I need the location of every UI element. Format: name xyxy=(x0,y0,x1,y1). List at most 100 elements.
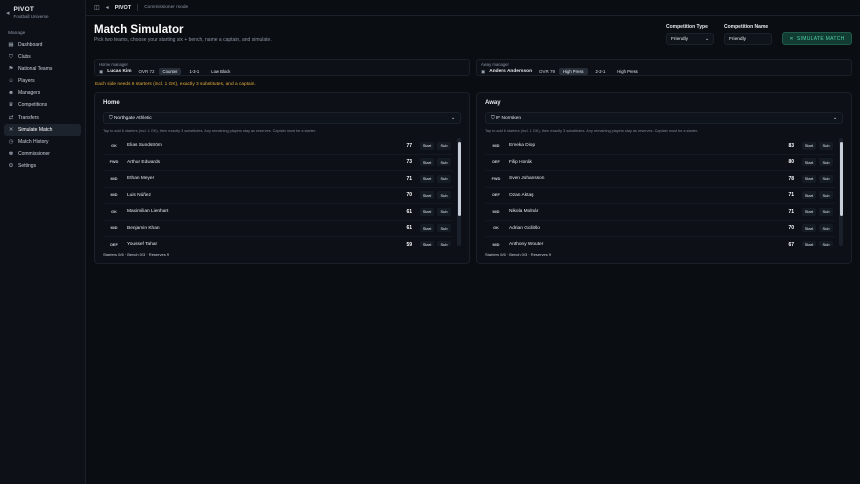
sidebar-item-commissioner[interactable]: ♚ Commissioner xyxy=(4,148,81,160)
away-panel: Away ⛉ IF Norrsken ⌄ Tap to add 6 starte… xyxy=(476,92,852,264)
manager-icon: ▣ xyxy=(99,68,104,74)
sidebar-item-label: Clubs xyxy=(18,54,31,61)
start-button[interactable]: Start xyxy=(420,207,434,216)
dashboard-icon: ▦ xyxy=(8,42,14,48)
start-button[interactable]: Start xyxy=(420,174,434,183)
sidebar-item-national-teams[interactable]: ⚑ National Teams xyxy=(4,63,81,75)
sub-button[interactable]: Sub xyxy=(819,207,833,216)
home-player-list[interactable]: GK Elias Sundström 77 Start Sub FWD Arthur Edw… xyxy=(103,138,461,246)
home-manager-tactic-pill[interactable]: 1-3-1 xyxy=(185,68,203,75)
away-footer: Starters 0/6 · Bench 0/3 · Reserves 9 xyxy=(485,252,552,257)
player-row: MID Anthony Wouter 67 Start Sub xyxy=(485,237,835,246)
start-button[interactable]: Start xyxy=(802,207,816,216)
chevron-down-icon: ⌄ xyxy=(832,115,837,121)
position-badge: GK xyxy=(111,143,117,148)
away-manager-tactic-pill[interactable]: High Press xyxy=(613,68,641,75)
start-button[interactable]: Start xyxy=(420,224,434,233)
away-club-select[interactable]: ⛉ IF Norrsken ⌄ xyxy=(485,112,843,124)
sub-button[interactable]: Sub xyxy=(819,240,833,246)
brand[interactable]: ◂ PIVOT Football Universe xyxy=(4,6,81,29)
player-name: Adrian Gcilitšo xyxy=(509,225,540,231)
sub-button[interactable]: Sub xyxy=(819,174,833,183)
away-manager-name: Anders Andersson xyxy=(489,69,533,74)
start-button[interactable]: Start xyxy=(802,224,816,233)
logo-icon: ◂ xyxy=(105,5,109,11)
sidebar-item-label: Transfers xyxy=(18,114,39,121)
player-row: DEF Youssef Tahar 59 Start Sub xyxy=(103,237,453,246)
player-name: Anthony Wouter xyxy=(509,242,544,246)
scroll-thumb[interactable] xyxy=(457,142,461,216)
start-button[interactable]: Start xyxy=(802,141,816,150)
position-badge: MID xyxy=(110,176,118,181)
home-manager-name: Lucas Kim xyxy=(107,69,132,74)
player-row: DEF Ozan Aktaş 71 Start Sub xyxy=(485,188,835,204)
sidebar-toggle-icon[interactable]: ◫ xyxy=(94,4,100,11)
sub-button[interactable]: Sub xyxy=(437,191,451,200)
brand-subtitle: Football Universe xyxy=(13,14,49,19)
history-icon: ◷ xyxy=(8,138,14,145)
start-button[interactable]: Start xyxy=(420,141,434,150)
sidebar-item-label: Players xyxy=(18,78,35,85)
sub-button[interactable]: Sub xyxy=(437,240,451,246)
sidebar-item-settings[interactable]: ⚙ Settings xyxy=(4,160,81,172)
start-button[interactable]: Start xyxy=(802,240,816,246)
users-icon: ☻ xyxy=(8,90,14,97)
player-ovr: 59 xyxy=(406,241,412,246)
sub-button[interactable]: Sub xyxy=(437,224,451,233)
trophy-icon: ♛ xyxy=(8,102,14,109)
player-ovr: 73 xyxy=(406,159,412,166)
sub-button[interactable]: Sub xyxy=(819,158,833,167)
sub-button[interactable]: Sub xyxy=(819,224,833,233)
away-manager-tactic-pill[interactable]: 2-2-1 xyxy=(592,68,610,75)
topbar: ◫ ◂ PIVOT Commissioner mode xyxy=(86,0,860,16)
position-badge: MID xyxy=(110,226,118,231)
sub-button[interactable]: Sub xyxy=(819,191,833,200)
crown-icon: ♚ xyxy=(8,150,14,157)
sub-button[interactable]: Sub xyxy=(437,158,451,167)
sub-button[interactable]: Sub xyxy=(437,141,451,150)
lineup-warning: Each side needs 6 starters (incl. 1 GK),… xyxy=(95,82,256,87)
home-manager-tactic-pill[interactable]: Counter xyxy=(158,68,182,75)
competition-name-input[interactable]: Friendly xyxy=(724,33,772,45)
sidebar-item-dashboard[interactable]: ▦ Dashboard xyxy=(4,39,81,51)
position-badge: GK xyxy=(493,226,499,231)
manager-icon: ▣ xyxy=(481,68,486,74)
sidebar-item-simulate-match[interactable]: ✕ Simulate Match xyxy=(4,123,81,136)
sub-button[interactable]: Sub xyxy=(437,207,451,216)
sidebar-item-managers[interactable]: ☻ Managers xyxy=(4,87,81,99)
start-button[interactable]: Start xyxy=(802,174,816,183)
home-manager-tactic-pill[interactable]: Low Block xyxy=(207,68,234,75)
player-ovr: 61 xyxy=(406,208,412,215)
away-player-list[interactable]: MID Emeka Diop 83 Start Sub DEF Filip Horák 80 S… xyxy=(485,138,843,246)
sub-button[interactable]: Sub xyxy=(819,141,833,150)
home-manager-label: Home manager xyxy=(99,62,128,67)
competition-type-select[interactable]: Friendly ⌄ xyxy=(666,33,714,45)
scroll-thumb[interactable] xyxy=(839,142,843,216)
sidebar-item-clubs[interactable]: ⛉ Clubs xyxy=(4,51,81,63)
start-button[interactable]: Start xyxy=(420,240,434,246)
home-club-select[interactable]: ⛉ Northgate Athletic ⌄ xyxy=(103,112,461,124)
sub-button[interactable]: Sub xyxy=(437,174,451,183)
away-club-name: IF Norrsken xyxy=(495,116,521,121)
brand-name: PIVOT xyxy=(13,6,35,13)
topbar-brand[interactable]: PIVOT xyxy=(115,5,132,11)
away-scrollbar[interactable] xyxy=(839,138,843,246)
sidebar-item-transfers[interactable]: ⇄ Transfers xyxy=(4,112,81,124)
player-ovr: 61 xyxy=(406,225,412,232)
simulate-match-button[interactable]: ✕ SIMULATE MATCH xyxy=(782,32,852,45)
position-badge: MID xyxy=(492,242,500,246)
breadcrumb: Commissioner mode xyxy=(144,5,189,10)
sidebar: ◂ PIVOT Football Universe Manage ▦ Dashbo… xyxy=(0,0,86,484)
start-button[interactable]: Start xyxy=(802,191,816,200)
start-button[interactable]: Start xyxy=(420,191,434,200)
sidebar-item-match-history[interactable]: ◷ Match History xyxy=(4,136,81,148)
sidebar-item-players[interactable]: ☺ Players xyxy=(4,75,81,87)
start-button[interactable]: Start xyxy=(420,158,434,167)
home-scrollbar[interactable] xyxy=(457,138,461,246)
competition-type-label: Competition Type xyxy=(666,24,708,30)
competition-name-label: Competition Name xyxy=(724,24,769,30)
sidebar-item-competitions[interactable]: ♛ Competitions xyxy=(4,99,81,111)
away-manager-tactic-pill[interactable]: High Press xyxy=(559,68,588,75)
player-ovr: 71 xyxy=(406,175,412,182)
start-button[interactable]: Start xyxy=(802,158,816,167)
